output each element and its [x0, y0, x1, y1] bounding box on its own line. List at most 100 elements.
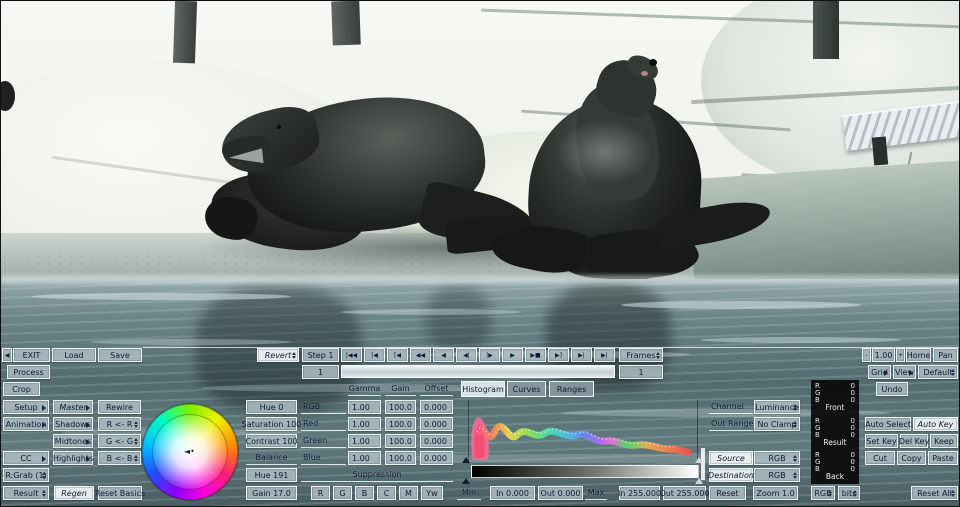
destination-button[interactable]: Destination	[709, 468, 753, 482]
process-button[interactable]: Process	[7, 365, 50, 379]
spinner-icon[interactable]	[792, 469, 798, 481]
spinner-icon[interactable]	[792, 452, 798, 464]
spinner-icon[interactable]	[41, 487, 47, 499]
transport-goto-start-button[interactable]: |◀◀	[341, 348, 362, 362]
suppress-c-button[interactable]: C	[377, 486, 396, 500]
step-value-field[interactable]: 1	[302, 365, 339, 379]
rgb-gain-field[interactable]: 100.0	[385, 400, 416, 414]
timeline-scrub-bar[interactable]	[341, 365, 615, 378]
red-offset-field[interactable]: 0.000	[420, 417, 453, 431]
step-button[interactable]: Step 1	[302, 348, 339, 362]
spinner-icon[interactable]	[827, 487, 833, 499]
spinner-icon[interactable]	[950, 366, 956, 378]
transport-play-button[interactable]: ▶	[502, 348, 523, 362]
transport-step-fwd-button[interactable]: |▶	[479, 348, 500, 362]
panel-back-button[interactable]: ◀	[2, 348, 12, 362]
suppress-m-button[interactable]: M	[399, 486, 418, 500]
in-high-field[interactable]: In 255.000	[619, 486, 660, 500]
spinner-icon[interactable]	[291, 349, 297, 361]
histogram-gradient-bar[interactable]	[471, 465, 699, 478]
spinner-icon[interactable]	[133, 435, 139, 447]
transport-step-back-button[interactable]: ◀|	[456, 348, 477, 362]
range-out-marker-right[interactable]	[695, 478, 703, 484]
contrast-button[interactable]: Contrast 100	[246, 434, 297, 448]
default-dropdown[interactable]: Default	[918, 365, 958, 379]
crop-button[interactable]: Crop	[3, 382, 40, 396]
highlights-button[interactable]: Highlights	[53, 451, 93, 465]
meter-rgb-button[interactable]: RGB	[811, 486, 835, 500]
rgb-gamma-field[interactable]: 1.00	[348, 400, 381, 414]
animation-button[interactable]: Animation	[3, 417, 49, 431]
transport-play-back-button[interactable]: ◀	[433, 348, 454, 362]
transport-goto-end-button[interactable]: ▶|	[594, 348, 615, 362]
spinner-icon[interactable]	[792, 401, 798, 413]
pan-button[interactable]: Pan	[933, 348, 958, 362]
cut-button[interactable]: Cut	[865, 451, 895, 465]
rgb-offset-field[interactable]: 0.000	[420, 400, 453, 414]
rewire-button[interactable]: Rewire	[98, 400, 141, 414]
cc-button[interactable]: CC	[3, 451, 49, 465]
red-map-button[interactable]: R <- R	[98, 417, 141, 431]
hist-zoom-button[interactable]: Zoom 1.0	[753, 486, 798, 500]
reset-basics-button[interactable]: Reset Basics	[98, 486, 142, 500]
hue2-button[interactable]: Hue 191	[246, 468, 297, 482]
blue-gamma-field[interactable]: 1.00	[348, 451, 381, 465]
transport-rewind-button[interactable]: ◀◀	[410, 348, 431, 362]
exit-button[interactable]: EXIT	[13, 348, 50, 362]
spinner-icon[interactable]	[41, 469, 47, 481]
shadows-button[interactable]: Shadows	[53, 417, 93, 431]
suppress-b-button[interactable]: B	[355, 486, 374, 500]
load-button[interactable]: Load	[52, 348, 96, 362]
gain-button[interactable]: Gain 17.0	[246, 486, 297, 500]
hue-button[interactable]: Hue 0	[246, 400, 297, 414]
del-key-button[interactable]: Del Key	[900, 434, 928, 448]
set-key-button[interactable]: Set Key	[865, 434, 898, 448]
rgrab-button[interactable]: R:Grab (1)	[3, 468, 49, 482]
red-gain-field[interactable]: 100.0	[385, 417, 416, 431]
spinner-icon[interactable]	[133, 418, 139, 430]
blue-map-button[interactable]: B <- B	[98, 451, 141, 465]
regen-button[interactable]: Regen	[54, 486, 94, 500]
suppress-r-button[interactable]: R	[311, 486, 330, 500]
color-wheel-cursor-icon[interactable]: ◄•	[184, 448, 192, 456]
tab-curves[interactable]: Curves	[507, 381, 546, 397]
channel-dropdown[interactable]: Luminance	[754, 400, 800, 414]
green-gain-field[interactable]: 100.0	[385, 434, 416, 448]
tab-histogram[interactable]: Histogram	[461, 381, 505, 397]
red-gamma-field[interactable]: 1.00	[348, 417, 381, 431]
save-button[interactable]: Save	[98, 348, 142, 362]
suppress-g-button[interactable]: G	[333, 486, 352, 500]
source-space-dropdown[interactable]: RGB	[754, 451, 800, 465]
transport-in-point-button[interactable]: [◀	[387, 348, 408, 362]
view-button[interactable]: View	[893, 365, 916, 379]
histogram-scroll-strip[interactable]	[701, 448, 705, 480]
revert-button[interactable]: Revert	[257, 348, 299, 362]
zoom-out-button[interactable]: -	[862, 348, 871, 362]
destination-space-dropdown[interactable]: RGB	[754, 468, 800, 482]
out-range-dropdown[interactable]: No Clamp	[754, 417, 800, 431]
master-button[interactable]: Master	[53, 400, 93, 414]
auto-key-button[interactable]: Auto Key	[913, 417, 958, 431]
green-gamma-field[interactable]: 1.00	[348, 434, 381, 448]
blue-gain-field[interactable]: 100.0	[385, 451, 416, 465]
spinner-icon[interactable]	[133, 452, 139, 464]
range-reset-button[interactable]: Reset	[709, 486, 746, 500]
tab-ranges[interactable]: Ranges	[549, 381, 594, 397]
home-button[interactable]: Home	[906, 348, 931, 362]
undo-button[interactable]: Undo	[876, 382, 908, 396]
spinner-icon[interactable]	[655, 349, 661, 361]
transport-out-point-button[interactable]: ▶]	[548, 348, 569, 362]
grid-button[interactable]: Grid	[868, 365, 891, 379]
source-button[interactable]: Source	[709, 451, 753, 465]
saturation-button[interactable]: Saturation 100	[246, 417, 297, 431]
auto-select-button[interactable]: Auto Select	[865, 417, 911, 431]
out-low-field[interactable]: Out 0.000	[538, 486, 583, 500]
spinner-icon[interactable]	[950, 487, 956, 499]
midtones-button[interactable]: Midtones	[53, 434, 93, 448]
paste-button[interactable]: Paste	[928, 451, 958, 465]
meter-bits-button[interactable]: bits	[838, 486, 860, 500]
spinner-icon[interactable]	[852, 487, 858, 499]
transport-prev-key-button[interactable]: |◀	[364, 348, 385, 362]
range-out-marker[interactable]	[462, 478, 470, 484]
range-in-marker[interactable]	[462, 457, 470, 463]
